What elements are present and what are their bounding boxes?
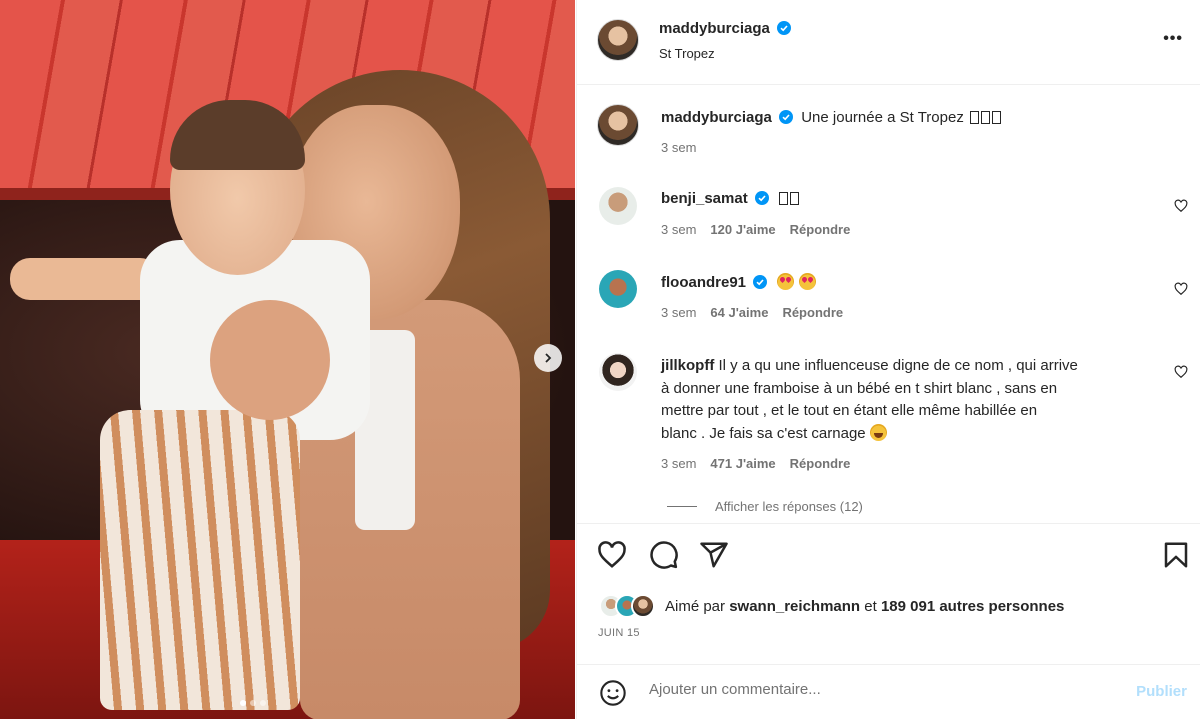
heart-eyes-emoji <box>798 273 816 290</box>
reply-button[interactable]: Répondre <box>790 222 851 237</box>
comment-text: à donner une framboise à un bébé en t sh… <box>661 379 1058 397</box>
likes-connector: et <box>864 597 877 615</box>
comment-row: benji_samat <box>661 190 800 207</box>
verified-icon <box>779 110 794 124</box>
heart-icon[interactable] <box>1174 199 1188 213</box>
avatar[interactable] <box>597 19 639 61</box>
carousel-dot <box>250 700 256 706</box>
chevron-right-icon[interactable] <box>534 344 562 372</box>
avatar[interactable] <box>597 104 639 146</box>
laughing-emoji <box>869 423 887 441</box>
comment-likes[interactable]: 120 J'aime <box>710 222 775 237</box>
comment-username[interactable]: jillkopff <box>661 357 714 374</box>
emoji-glyph <box>779 192 789 205</box>
post-date[interactable]: JUIN 15 <box>598 627 640 639</box>
photo-woman-hand <box>210 300 330 420</box>
comment-username[interactable]: benji_samat <box>661 190 748 207</box>
comment-meta: 3 sem 471 J'aime Répondre <box>661 456 850 471</box>
caption-username[interactable]: maddyburciaga <box>661 109 772 126</box>
post-header: maddyburciaga St Tropez ••• <box>577 0 1200 85</box>
heart-icon[interactable] <box>597 540 627 570</box>
photo-baby-pants <box>100 410 300 710</box>
carousel-dot <box>240 700 246 706</box>
view-replies-button[interactable]: Afficher les réponses (12) <box>667 499 863 514</box>
post-panel: maddyburciaga St Tropez ••• maddyburciag… <box>576 0 1200 719</box>
comment-meta: 3 sem 64 J'aime Répondre <box>661 305 843 320</box>
comment-time: 3 sem <box>661 305 697 320</box>
comment-username[interactable]: flooandre91 <box>661 274 746 291</box>
actions-divider <box>577 523 1200 524</box>
comment-row: jillkopff Il y a qu une influenceuse dig… <box>661 355 1151 445</box>
comment-line: jillkopff Il y a qu une influenceuse dig… <box>661 355 1151 378</box>
post-actions <box>597 540 1188 574</box>
comment-likes[interactable]: 471 J'aime <box>710 456 775 471</box>
author-username[interactable]: maddyburciaga <box>659 20 770 37</box>
comment-text: blanc . Je fais sa c'est carnage <box>661 424 866 442</box>
comment-meta: 3 sem 120 J'aime Répondre <box>661 222 850 237</box>
avatar[interactable] <box>631 594 655 618</box>
caption-time: 3 sem <box>661 140 697 155</box>
comment-bar: Publier <box>577 664 1200 719</box>
avatar[interactable] <box>599 270 637 308</box>
view-replies-label: Afficher les réponses (12) <box>715 499 863 514</box>
likes-text: Aimé par swann_reichmann et 189 091 autr… <box>665 598 1064 615</box>
comment-input[interactable] <box>649 681 1109 698</box>
carousel-dots <box>240 700 266 706</box>
likes-prefix: Aimé par <box>665 597 726 615</box>
carousel-dot <box>260 700 266 706</box>
likes-summary: Aimé par swann_reichmann et 189 091 autr… <box>599 594 1064 618</box>
reply-button[interactable]: Répondre <box>782 305 843 320</box>
emoji-glyph <box>981 111 990 124</box>
comment-text: Il y a qu une influenceuse digne de ce n… <box>718 357 1078 374</box>
comment-time: 3 sem <box>661 456 697 471</box>
avatar[interactable] <box>599 353 637 391</box>
heart-icon[interactable] <box>1174 282 1188 296</box>
author-name-row: maddyburciaga <box>659 20 791 37</box>
caption-row: maddyburciaga Une journée a St Tropez <box>661 109 1001 126</box>
share-icon[interactable] <box>699 540 729 570</box>
verified-icon <box>753 275 768 289</box>
emoji-glyph <box>992 111 1001 124</box>
verified-icon <box>754 191 769 205</box>
photo-baby-arm <box>10 258 160 300</box>
comment-text: mettre par tout , et le tout en étant el… <box>661 402 1038 419</box>
heart-eyes-emoji <box>777 273 795 290</box>
avatar[interactable] <box>599 187 637 225</box>
comment-icon[interactable] <box>649 540 679 570</box>
comment-likes[interactable]: 64 J'aime <box>710 305 768 320</box>
emoji-glyph <box>970 111 979 124</box>
view-replies-line <box>667 506 697 507</box>
more-icon[interactable]: ••• <box>1163 30 1183 48</box>
comment-line: blanc . Je fais sa c'est carnage <box>661 423 1151 446</box>
caption-text: Une journée a St Tropez <box>801 109 964 126</box>
likes-count[interactable]: 189 091 autres personnes <box>881 598 1064 615</box>
liker-username[interactable]: swann_reichmann <box>729 598 860 615</box>
verified-icon <box>776 21 791 35</box>
publish-button[interactable]: Publier <box>1136 683 1187 700</box>
comment-row: flooandre91 <box>661 273 816 291</box>
post-photo[interactable] <box>0 0 575 719</box>
post-location[interactable]: St Tropez <box>659 46 715 61</box>
reply-button[interactable]: Répondre <box>790 456 851 471</box>
comment-time: 3 sem <box>661 222 697 237</box>
emoji-icon[interactable] <box>599 679 627 707</box>
bookmark-icon[interactable] <box>1161 540 1191 570</box>
emoji-glyph <box>790 192 800 205</box>
heart-icon[interactable] <box>1174 365 1188 379</box>
